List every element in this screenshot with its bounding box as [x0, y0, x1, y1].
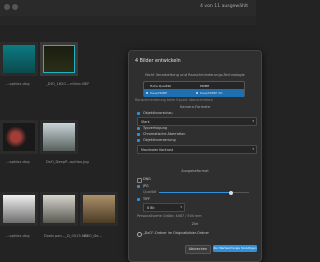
- option-label: Chromatische Aberration: [143, 132, 186, 136]
- format-label: JPG: [143, 184, 149, 188]
- denoise-option-label: PRIME: [200, 84, 210, 88]
- selection-count: 4 von 11 ausgewählt: [199, 4, 248, 9]
- chromatic-checkbox[interactable]: [137, 133, 140, 136]
- add-to-queue-button[interactable]: Zur Warteschlange hinzufügen: [213, 245, 257, 252]
- thumbnail-1[interactable]: [0, 42, 38, 76]
- minimize-window-button[interactable]: [12, 4, 18, 10]
- denoise-section-title: Nicht Verarbeitung und Rauschminderungs-…: [145, 73, 245, 77]
- quality-label: Qualität: [143, 190, 157, 194]
- denoise-option-label: DeepPRIME: [150, 91, 168, 95]
- thumbnail-caption: _DfO_1620....ntlinic.NEF: [46, 82, 90, 86]
- thumbnail-caption: ...ophlax.dng: [6, 160, 30, 164]
- close-window-button[interactable]: [4, 4, 10, 10]
- denoise-option-label: DeepPRIME XD: [200, 91, 223, 95]
- denoise-option-deepprime-xd[interactable]: DeepPRIME XD: [194, 89, 244, 97]
- chevron-down-icon: ▾: [252, 119, 254, 123]
- radio-dot-icon: [196, 91, 199, 94]
- photo-thumbnail-image: [83, 195, 115, 223]
- cancel-button[interactable]: Abbrechen: [185, 245, 211, 254]
- size-label: Personalisierte Größe: 4467 / 504 mm: [137, 214, 202, 218]
- thumbnail-caption: Dxols pan..._D_0013.NEF: [44, 234, 89, 238]
- dropdown-value: Maximaler Kontrast: [141, 147, 174, 152]
- option-label: Typverfolgung: [143, 126, 167, 130]
- thumbnail-6[interactable]: [40, 192, 78, 226]
- tiff-checkbox[interactable]: [137, 198, 140, 201]
- denoise-option-deepprime[interactable]: DeepPRIME: [144, 89, 194, 97]
- toolbar-strip: [0, 16, 256, 27]
- dialog-title: 4 Bilder entwickeln: [135, 59, 181, 64]
- dropdown-value: Stark: [141, 119, 150, 124]
- thumbnail-caption: DxO_De...: [84, 234, 102, 238]
- tracking-checkbox[interactable]: [137, 127, 140, 130]
- top-bar: 4 von 11 ausgewählt: [0, 0, 256, 17]
- format-label: TIFF: [143, 197, 150, 201]
- thumbnail-caption: ...ophlax.dng: [6, 234, 30, 238]
- contrast-dropdown[interactable]: Maximaler Kontrast ▾: [137, 145, 257, 154]
- thumbnail-5[interactable]: [0, 192, 38, 226]
- tiff-bitdepth-dropdown[interactable]: 8 Bit ▾: [143, 203, 185, 212]
- option-label: Objektivvorschau: [143, 111, 173, 115]
- denoise-segmented-control: Hohe Qualität PRIME DeepPRIME DeepPRIME …: [143, 81, 245, 97]
- option-label: Objektivverzerrung: [143, 138, 176, 142]
- format-section-title: Kamera-Formate: [179, 105, 211, 109]
- photo-thumbnail-image: [43, 123, 75, 151]
- denoise-option-label: Hohe Qualität: [150, 84, 171, 88]
- jpg-checkbox[interactable]: [137, 185, 140, 188]
- photo-thumbnail-image: [43, 45, 75, 73]
- thumbnail-caption: DxO_DeepP...ophlax.jpg: [46, 160, 89, 164]
- destination-title: Ziel: [191, 222, 199, 226]
- strength-dropdown[interactable]: Stark ▾: [137, 117, 257, 126]
- distortion-checkbox[interactable]: [137, 139, 140, 142]
- photo-thumbnail-image: [43, 195, 75, 223]
- denoise-note: Rauschminderung beim Export überschreibe…: [135, 98, 213, 102]
- quality-slider-fill: [159, 192, 231, 194]
- destination-radio[interactable]: [137, 232, 142, 237]
- photo-thumbnail-image: [3, 123, 35, 151]
- chevron-down-icon: ▾: [180, 205, 182, 209]
- photo-thumbnail-image: [3, 195, 35, 223]
- photo-thumbnail-image: [3, 45, 35, 73]
- objective-checkbox[interactable]: [137, 112, 140, 115]
- process-dialog: 4 Bilder entwickeln Nicht Verarbeitung u…: [128, 50, 262, 262]
- thumbnail-7[interactable]: [80, 192, 118, 226]
- dng-checkbox[interactable]: [137, 178, 142, 183]
- thumbnail-4[interactable]: [40, 120, 78, 154]
- thumbnail-2[interactable]: [40, 42, 78, 76]
- output-section-title: Ausgabeformat: [181, 169, 209, 173]
- quality-slider-knob[interactable]: [229, 190, 233, 195]
- format-label: DNG: [143, 177, 151, 181]
- chevron-down-icon: ▾: [252, 147, 254, 151]
- dropdown-value: 8 Bit: [147, 205, 155, 210]
- destination-option: „DxO“-Ordner im Originalbilder-Ordner: [143, 231, 209, 235]
- thumbnail-caption: ...ophlax.dng: [6, 82, 30, 86]
- radio-dot-icon: [146, 91, 149, 94]
- thumbnail-3[interactable]: [0, 120, 38, 154]
